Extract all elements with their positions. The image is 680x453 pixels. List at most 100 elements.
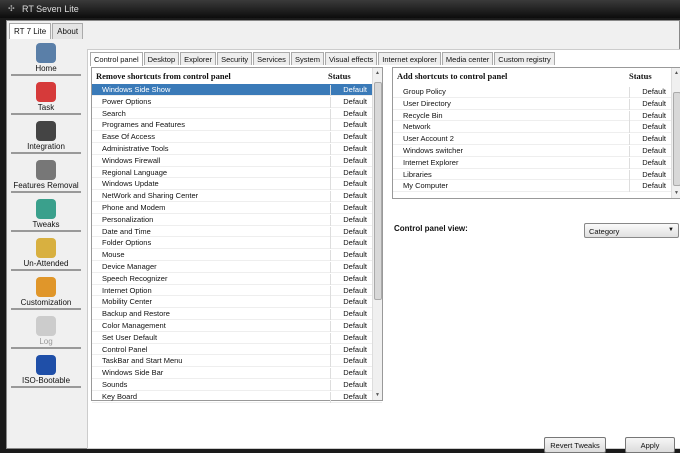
item-status: Default xyxy=(330,368,370,380)
scroll-up-icon[interactable]: ▲ xyxy=(375,70,380,76)
list-item[interactable]: Mouse Default xyxy=(92,249,382,262)
sidebar-item-log[interactable]: Log xyxy=(11,314,81,349)
item-name: Date and Time xyxy=(102,226,151,236)
list-item[interactable]: Set User Default Default xyxy=(92,332,382,344)
tab-security[interactable]: Security xyxy=(217,52,253,65)
list-item[interactable]: Group Policy Default xyxy=(393,86,680,98)
scrollbar[interactable]: ▲ ▼ xyxy=(671,68,680,198)
list-item[interactable]: Programes and Features Default xyxy=(92,119,382,132)
list-item[interactable]: Folder Options Default xyxy=(92,237,382,250)
remove-shortcuts-list[interactable]: Remove shortcuts from control panel Statu… xyxy=(91,67,383,403)
list-item[interactable]: Color Management Default xyxy=(92,320,382,332)
tab-media-center[interactable]: Media center xyxy=(441,52,494,65)
item-status: Default xyxy=(330,155,370,167)
list-item[interactable]: User Directory Default xyxy=(393,98,680,110)
tab-rt-7-lite[interactable]: RT 7 Lite xyxy=(9,23,52,39)
revert-tweaks-button[interactable]: Revert Tweaks xyxy=(544,437,606,453)
add-shortcuts-list[interactable]: Add shortcuts to control panel Status Gro… xyxy=(392,67,680,199)
list-item[interactable]: Speech Recognizer Default xyxy=(92,273,382,285)
apply-button[interactable]: Apply xyxy=(625,437,675,453)
list-item[interactable]: Administrative Tools Default xyxy=(92,143,382,155)
item-status: Default xyxy=(330,273,370,285)
list-header: Remove shortcuts from control panel Statu… xyxy=(92,68,382,84)
item-name: Windows Update xyxy=(102,179,159,189)
sidebar-item-un-attended[interactable]: Un-Attended xyxy=(11,236,81,271)
scroll-down-icon[interactable]: ▼ xyxy=(375,392,380,398)
list-item[interactable]: Windows Side Bar Default xyxy=(92,367,382,380)
item-name: Mouse xyxy=(102,250,125,260)
list-item[interactable]: Internet Option Default xyxy=(92,285,382,297)
list-item[interactable]: Device Manager Default xyxy=(92,261,382,273)
item-name: NetWork and Sharing Center xyxy=(102,191,199,201)
list-item[interactable]: Power Options Default xyxy=(92,96,382,108)
tab-internet-explorer[interactable]: Internet explorer xyxy=(378,52,441,65)
list-item[interactable]: User Account 2 Default xyxy=(393,133,680,146)
sidebar-item-iso-bootable[interactable]: ISO-Bootable xyxy=(11,353,81,388)
item-status: Default xyxy=(330,309,370,321)
item-status: Default xyxy=(330,226,370,238)
item-name: Internet Explorer xyxy=(403,157,459,167)
app-icon: ✣ xyxy=(8,4,15,13)
list-item[interactable]: Network Default xyxy=(393,121,680,134)
list-item[interactable]: My Computer Default xyxy=(393,180,680,193)
scroll-down-icon[interactable]: ▼ xyxy=(674,190,679,196)
sidebar-item-task[interactable]: Task xyxy=(11,80,81,115)
integration-icon xyxy=(36,121,56,141)
item-status: Default xyxy=(330,96,370,108)
item-name: Windows Side Bar xyxy=(102,368,164,378)
scrollbar[interactable]: ▲ ▼ xyxy=(372,68,382,400)
sidebar-item-integration[interactable]: Integration xyxy=(11,119,81,154)
list-item[interactable]: Ease Of Access Default xyxy=(92,131,382,144)
list-item[interactable]: Phone and Modem Default xyxy=(92,202,382,214)
list-item[interactable]: Windows Side Show Default xyxy=(92,84,382,96)
scroll-thumb[interactable] xyxy=(374,82,382,300)
tab-custom-registry[interactable]: Custom registry xyxy=(494,52,555,65)
list-item[interactable]: Recycle Bin Default xyxy=(393,110,680,122)
sidebar: Home Task Integration Features Removal Tweak… xyxy=(11,41,81,392)
item-status: Default xyxy=(330,85,370,96)
item-name: My Computer xyxy=(403,181,449,191)
list-item[interactable]: Search Default xyxy=(92,108,382,120)
tab-about[interactable]: About xyxy=(52,23,84,39)
sidebar-item-home[interactable]: Home xyxy=(11,41,81,76)
sidebar-item-customization[interactable]: Customization xyxy=(11,275,81,310)
list-item[interactable]: Sounds Default xyxy=(92,379,382,391)
item-name: Libraries xyxy=(403,169,432,179)
item-name: Speech Recognizer xyxy=(102,273,168,283)
sidebar-item-label: Un-Attended xyxy=(23,259,69,268)
tab-visual-effects[interactable]: Visual effects xyxy=(324,52,378,65)
list-item[interactable]: Regional Language Default xyxy=(92,167,382,179)
scroll-thumb[interactable] xyxy=(673,92,680,186)
tab-system[interactable]: System xyxy=(290,52,324,65)
list-item[interactable]: Libraries Default xyxy=(393,169,680,181)
chevron-down-icon: ▼ xyxy=(668,227,674,233)
item-name: Windows Side Show xyxy=(102,85,171,94)
tab-desktop[interactable]: Desktop xyxy=(143,52,180,65)
list-item[interactable]: TaskBar and Start Menu Default xyxy=(92,355,382,368)
list-item[interactable]: Mobility Center Default xyxy=(92,296,382,309)
tweaks-icon xyxy=(36,199,56,219)
list-item[interactable]: Windows switcher Default xyxy=(393,145,680,157)
list-item[interactable]: Date and Time Default xyxy=(92,226,382,238)
tab-explorer[interactable]: Explorer xyxy=(180,52,217,65)
tab-services[interactable]: Services xyxy=(253,52,290,65)
list-item[interactable]: Windows Firewall Default xyxy=(92,155,382,167)
list-item[interactable]: Internet Explorer Default xyxy=(393,157,680,169)
sidebar-item-tweaks[interactable]: Tweaks xyxy=(11,197,81,232)
sidebar-item-label: Tweaks xyxy=(32,220,60,229)
control-panel-view-dropdown[interactable]: Category ▼ xyxy=(584,223,679,238)
list-item[interactable]: Key Board Default xyxy=(92,391,382,403)
sidebar-item-features-removal[interactable]: Features Removal xyxy=(11,158,81,193)
list-item[interactable]: Windows Update Default xyxy=(92,178,382,191)
scroll-up-icon[interactable]: ▲ xyxy=(674,70,679,76)
iso-bootable-icon xyxy=(36,355,56,375)
sidebar-item-label: Log xyxy=(39,337,53,346)
list-item[interactable]: NetWork and Sharing Center Default xyxy=(92,190,382,203)
item-status: Default xyxy=(629,181,669,193)
item-status: Default xyxy=(330,214,370,226)
status-header: Status xyxy=(629,71,652,81)
tab-control-panel[interactable]: Control panel xyxy=(90,52,143,66)
list-item[interactable]: Control Panel Default xyxy=(92,344,382,356)
list-item[interactable]: Personalization Default xyxy=(92,214,382,226)
list-item[interactable]: Backup and Restore Default xyxy=(92,308,382,321)
